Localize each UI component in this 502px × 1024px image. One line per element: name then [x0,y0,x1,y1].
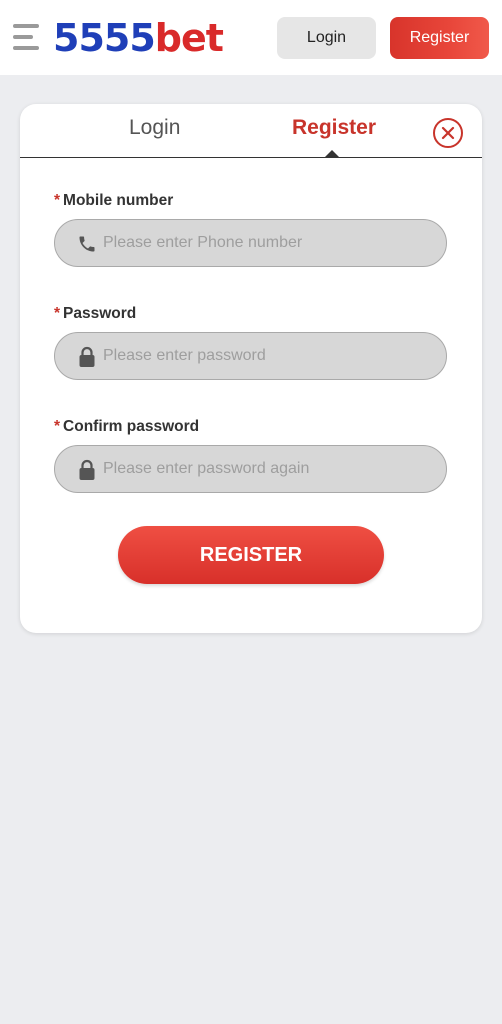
auth-modal: Login Register *Mobile number *Password [20,104,482,633]
confirm-password-label: * Confirm password [54,418,200,435]
mobile-number-input[interactable] [103,220,433,266]
lock-icon [77,346,97,368]
header-login-button[interactable]: Login [277,17,376,59]
confirm-password-field[interactable] [54,445,447,493]
password-input[interactable] [103,333,433,379]
menu-icon[interactable] [13,24,41,52]
password-label: * Password [54,305,137,322]
mobile-number-label: * Mobile number [54,192,174,209]
tab-register[interactable]: Register [292,116,376,140]
mobile-number-field[interactable] [54,219,447,267]
lock-icon [77,459,97,481]
header-register-button[interactable]: Register [390,17,489,59]
confirm-password-input[interactable] [103,446,433,492]
logo[interactable]: 5555bet [53,15,224,61]
active-tab-indicator [325,150,339,157]
tab-login[interactable]: Login [129,116,180,140]
top-header: 5555bet Login Register [0,0,502,75]
password-field[interactable] [54,332,447,380]
phone-icon [77,233,97,255]
register-submit-button[interactable]: REGISTER [118,526,384,584]
close-icon[interactable] [433,118,463,148]
auth-tabs: Login Register [20,104,482,158]
